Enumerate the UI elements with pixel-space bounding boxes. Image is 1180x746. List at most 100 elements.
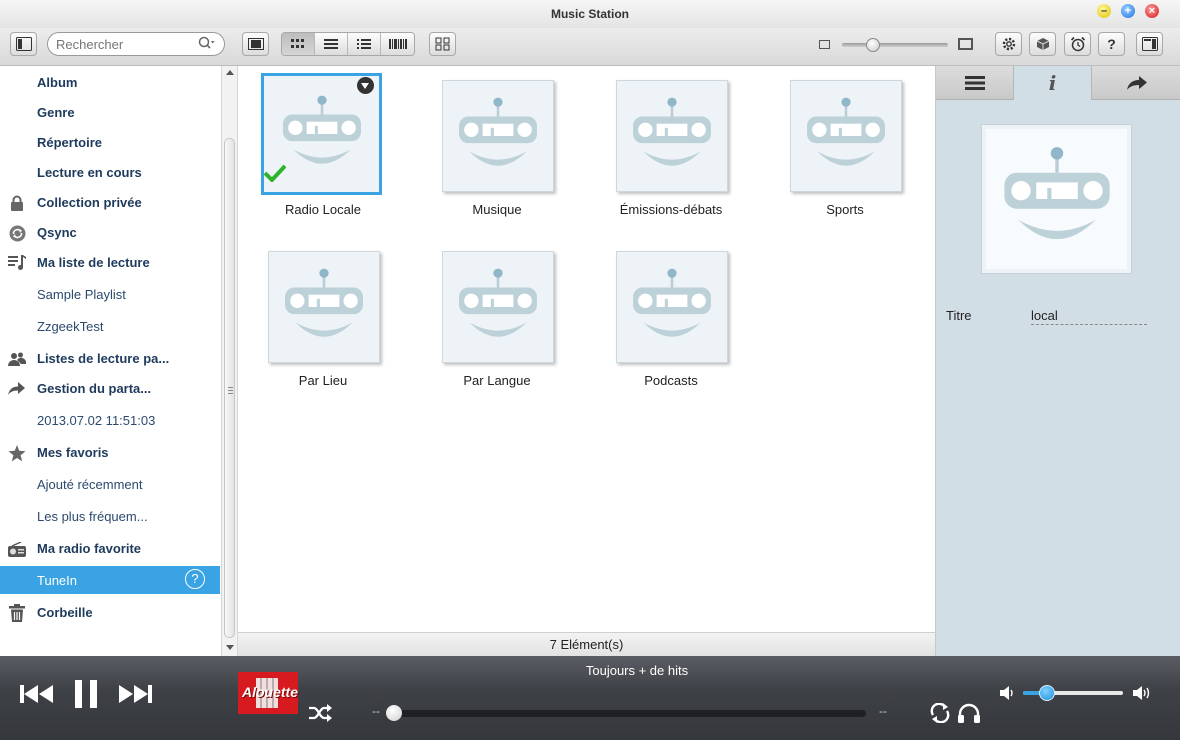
help-button[interactable]: ?	[1098, 32, 1125, 56]
cover-flow-view-button[interactable]	[242, 32, 269, 56]
station-folder-tile[interactable]: Sports	[780, 72, 910, 232]
maximize-window-button[interactable]: +	[1121, 4, 1135, 18]
minimize-window-button[interactable]: –	[1097, 4, 1111, 18]
detail-list-view-button[interactable]	[348, 33, 381, 55]
window-title: Music Station	[550, 7, 629, 21]
sidebar-item[interactable]: Gestion du parta...	[0, 374, 220, 402]
zoom-in-icon[interactable]	[958, 38, 973, 50]
info-icon: i	[1048, 71, 1057, 95]
shuffle-button[interactable]	[308, 702, 332, 724]
tab-share[interactable]	[1092, 66, 1180, 100]
gear-icon	[1002, 37, 1015, 51]
scroll-up-arrow[interactable]	[226, 70, 234, 75]
sidebar-item-label: Ajouté récemment	[37, 476, 143, 492]
sidebar-item-label: 2013.07.02 11:51:03	[37, 412, 156, 428]
info-panel: i Titre local	[935, 66, 1180, 656]
radio-robot-icon	[459, 268, 537, 337]
title-field-value[interactable]: local	[1031, 308, 1147, 325]
sidebar-item[interactable]: Sample Playlist	[0, 280, 220, 308]
thumbnail-view-button[interactable]	[282, 33, 315, 55]
tile-menu-dropdown-icon[interactable]	[357, 77, 374, 94]
station-folder-tile[interactable]: Par Lieu	[258, 243, 388, 403]
checkmark-icon	[263, 164, 287, 185]
sidebar-item[interactable]: Lecture en cours	[0, 158, 220, 186]
sidebar-item[interactable]: TuneIn?	[0, 566, 220, 594]
playlist-icon	[8, 254, 26, 272]
sidebar-scrollbar[interactable]	[221, 66, 238, 656]
skip-forward-icon	[119, 685, 152, 703]
alarm-button[interactable]	[1064, 32, 1091, 56]
radio-robot-icon	[285, 268, 363, 337]
speaker-low-icon	[1000, 686, 1013, 700]
tile-name: Musique	[472, 202, 522, 217]
sidebar-item[interactable]: Genre	[0, 98, 220, 126]
sidebar-item[interactable]: Ma radio favorite	[0, 534, 220, 562]
question-mark-icon: ?	[1107, 36, 1116, 52]
progress-handle[interactable]	[386, 705, 402, 721]
sidebar-item[interactable]: Album	[0, 68, 220, 96]
station-folder-tile[interactable]: Podcasts	[606, 243, 736, 403]
sidebar-item-label: Les plus fréquem...	[37, 508, 148, 524]
scroll-down-arrow[interactable]	[226, 645, 234, 650]
sidebar-item-label: TuneIn	[37, 572, 77, 588]
star-icon	[8, 444, 26, 462]
multi-select-button[interactable]	[429, 32, 456, 56]
tab-playlist[interactable]	[936, 66, 1014, 100]
station-logo: Alouette	[238, 672, 298, 714]
sidebar-item[interactable]: Listes de lecture pa...	[0, 344, 220, 372]
output-device-button[interactable]	[956, 702, 982, 724]
toggle-sidebar-button[interactable]	[10, 32, 37, 56]
toggle-info-panel-button[interactable]	[1136, 32, 1163, 56]
select-icon	[435, 37, 449, 51]
timeline-view-button[interactable]	[381, 33, 414, 55]
station-folder-tile[interactable]: Musique	[432, 72, 562, 232]
volume-handle[interactable]	[1039, 685, 1055, 701]
close-window-button[interactable]: ×	[1145, 4, 1159, 18]
next-track-button[interactable]	[116, 682, 154, 706]
station-folder-tile[interactable]: Par Langue	[432, 243, 562, 403]
sidebar-item[interactable]: Qsync	[0, 218, 220, 246]
speaker-high-icon	[1133, 686, 1150, 700]
search-icon[interactable]	[198, 36, 216, 53]
sidebar-item[interactable]: Ajouté récemment	[0, 470, 220, 498]
progress-bar[interactable]	[395, 710, 866, 717]
station-folder-tile[interactable]: Radio Locale	[258, 72, 388, 232]
zoom-out-icon[interactable]	[819, 40, 830, 49]
folder-thumbnail	[442, 251, 554, 363]
station-folder-tile[interactable]: Émissions-débats	[606, 72, 736, 232]
skip-back-icon	[20, 685, 53, 703]
volume-up-button[interactable]	[1131, 683, 1153, 703]
sidebar-item[interactable]: 2013.07.02 11:51:03	[0, 406, 220, 434]
search-input[interactable]	[56, 36, 196, 52]
tile-name: Podcasts	[644, 373, 698, 388]
volume-down-button[interactable]	[998, 684, 1016, 702]
item-count-status: 7 Elément(s)	[238, 632, 935, 656]
detail-list-icon	[357, 39, 371, 49]
sidebar-item[interactable]: Les plus fréquem...	[0, 502, 220, 530]
sidebar-item[interactable]: Mes favoris	[0, 438, 220, 466]
view-mode-group	[281, 32, 415, 56]
sidebar-item[interactable]: Ma liste de lecture	[0, 248, 220, 276]
tab-info[interactable]: i	[1014, 66, 1092, 100]
pause-button[interactable]	[72, 678, 100, 710]
pause-icon	[75, 680, 97, 708]
sidebar-item[interactable]: Corbeille	[0, 598, 220, 626]
zoom-slider-handle[interactable]	[866, 38, 880, 52]
repeat-button[interactable]	[929, 702, 951, 724]
sidebar-item[interactable]: ZzgeekTest	[0, 312, 220, 340]
radio-robot-icon	[282, 95, 361, 164]
sidebar-item[interactable]: Répertoire	[0, 128, 220, 156]
app-box-button[interactable]	[1029, 32, 1056, 56]
list-view-button[interactable]	[315, 33, 348, 55]
zoom-slider[interactable]	[842, 43, 948, 47]
tile-name: Par Lieu	[298, 373, 348, 388]
settings-button[interactable]	[995, 32, 1022, 56]
sidebar-item-label: Lecture en cours	[37, 164, 142, 180]
radio-robot-icon	[633, 97, 711, 166]
scrollbar-thumb[interactable]	[224, 138, 235, 638]
sidebar-item[interactable]: Collection privée	[0, 188, 220, 216]
help-circle-icon[interactable]: ?	[185, 569, 205, 589]
previous-track-button[interactable]	[18, 682, 56, 706]
tile-name: Émissions-débats	[619, 202, 723, 217]
share-arrow-icon	[1126, 76, 1147, 90]
